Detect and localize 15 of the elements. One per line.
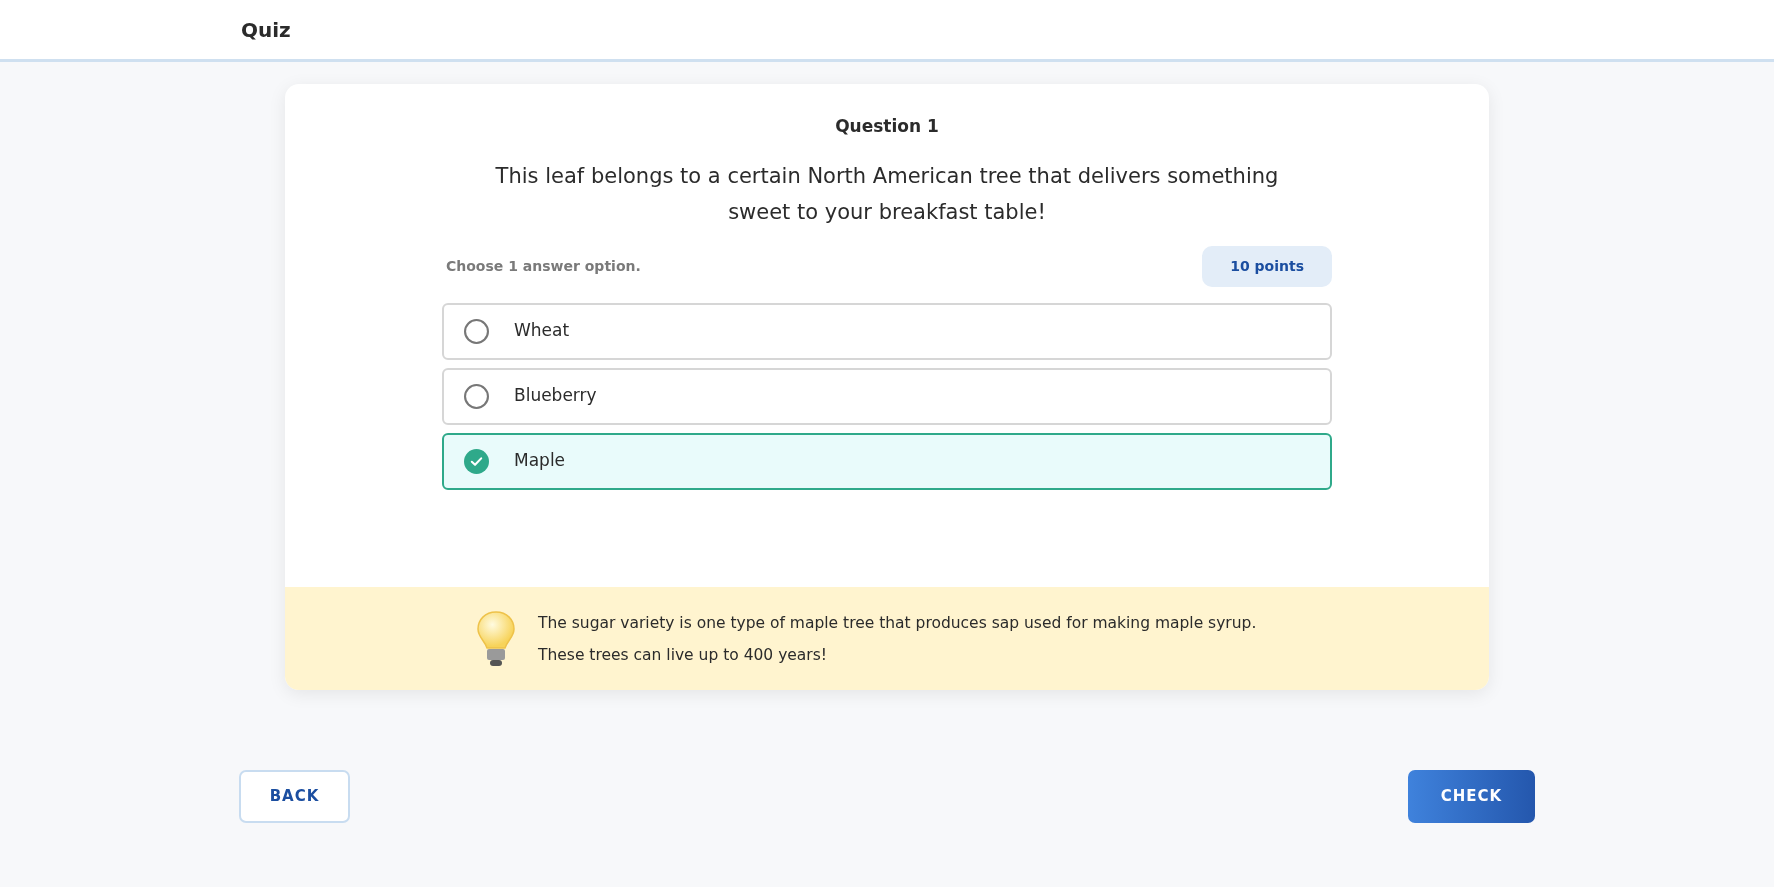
light-bulb-icon — [476, 609, 516, 668]
answer-option[interactable]: Maple — [442, 432, 1332, 490]
checked-radio-icon — [464, 448, 489, 474]
radio-icon — [464, 318, 489, 344]
radio-icon — [464, 383, 489, 409]
answer-option[interactable]: Blueberry — [442, 367, 1332, 425]
answer-option[interactable]: Wheat — [442, 302, 1332, 360]
check-button[interactable]: CHECK — [1408, 770, 1535, 823]
hint-text: The sugar variety is one type of maple tree that produces sap used for making maple syrup. These trees can live up to 400 years! — [538, 612, 1258, 666]
question-text: This leaf belongs to a certain North American tree that delivers something sweet to your breakfast table! — [494, 162, 1280, 226]
question-heading: Question 1 — [834, 115, 940, 138]
instruction-text: Choose 1 answer option. — [446, 256, 641, 276]
points-badge: 10 points — [1202, 245, 1332, 287]
back-button[interactable]: BACK — [239, 770, 350, 823]
page-title: Quiz — [241, 16, 291, 44]
